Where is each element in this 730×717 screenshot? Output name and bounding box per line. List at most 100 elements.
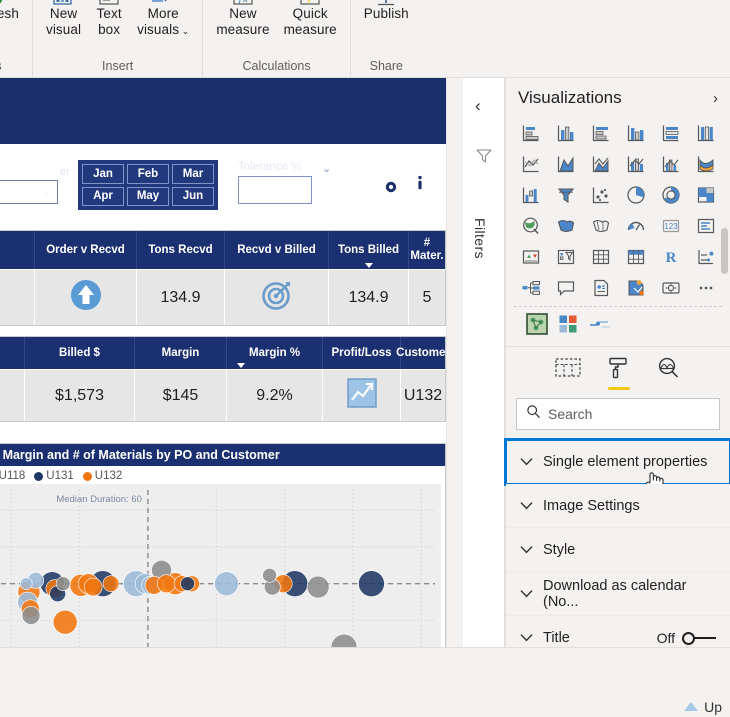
funnel-chart-icon[interactable]: [549, 180, 582, 209]
cell-tons-billed[interactable]: 134.9: [329, 269, 409, 325]
cell-billed[interactable]: $1,573: [25, 369, 135, 421]
column-header-recvd-v-billed[interactable]: Recvd v Billed: [225, 231, 329, 269]
custom-visual-squares-icon[interactable]: [558, 314, 578, 339]
q-and-a-icon[interactable]: [549, 273, 582, 302]
month-slicer[interactable]: JanFebMarAprMayJun: [78, 160, 218, 210]
filter-funnel-icon[interactable]: [475, 148, 493, 169]
format-section-style[interactable]: Style: [506, 528, 730, 572]
customer-slicer-dropdown[interactable]: ⌄: [0, 180, 58, 204]
month-button-may[interactable]: May: [127, 187, 169, 207]
month-button-apr[interactable]: Apr: [82, 187, 124, 207]
cell-customer[interactable]: U132: [401, 369, 445, 421]
pane-tabs[interactable]: [506, 346, 730, 394]
filter-reset-icon[interactable]: [366, 168, 406, 207]
chevron-down-icon[interactable]: [520, 588, 533, 600]
cell-tons-recvd[interactable]: 134.9: [137, 269, 225, 325]
line-clustered-column-chart-icon[interactable]: [654, 149, 687, 178]
kpi-table-bottom[interactable]: $Billed $MarginMargin %Profit/LossCustom…: [0, 336, 446, 422]
chart-legend[interactable]: U113U118U131U132: [0, 466, 445, 484]
table-icon[interactable]: [584, 242, 617, 271]
ribbon-button-new-measure[interactable]: ƒxNew measure: [209, 0, 276, 38]
analytics-tab[interactable]: [657, 357, 681, 390]
scatter-chart-icon[interactable]: [584, 180, 617, 209]
treemap-icon[interactable]: [689, 180, 722, 209]
line-chart-icon[interactable]: [514, 149, 547, 178]
card-icon[interactable]: 123: [654, 211, 687, 240]
format-section-download-as-calendar-no[interactable]: Download as calendar (No...: [506, 572, 730, 616]
custom-visual-dash-icon[interactable]: [588, 317, 612, 336]
cell-profit-loss[interactable]: [323, 369, 401, 421]
scroll-up-indicator[interactable]: Up: [682, 699, 722, 715]
ribbon-button-publish[interactable]: Publish: [357, 0, 416, 22]
kpi-table-top[interactable]: derOrder v RecvdTons RecvdRecvd v Billed…: [0, 230, 446, 326]
legend-item-u131[interactable]: U131: [34, 470, 74, 482]
report-canvas[interactable]: er ⌄ JanFebMarAprMayJun Tolerance % ⌄ 2: [0, 78, 452, 647]
ribbon-button-refresh[interactable]: Refresh: [0, 0, 26, 22]
ribbon-chart-icon[interactable]: [689, 149, 722, 178]
ribbon-button-new-visual[interactable]: New visual: [39, 0, 88, 38]
cell-[interactable]: 3: [0, 369, 25, 421]
donut-chart-icon[interactable]: [654, 180, 687, 209]
scatter-visual[interactable]: ng Days, Margin and # of Materials by PO…: [0, 443, 446, 647]
ribbon-button-text-box[interactable]: Text box: [88, 0, 130, 38]
map-icon[interactable]: [514, 211, 547, 240]
column-header-tons-billed[interactable]: Tons Billed: [329, 231, 409, 269]
chevron-down-icon[interactable]: ⌄: [179, 26, 189, 36]
gauge-icon[interactable]: [619, 211, 652, 240]
month-button-jan[interactable]: Jan: [82, 164, 124, 184]
column-header-[interactable]: $: [0, 337, 25, 369]
decomposition-tree-icon[interactable]: [514, 273, 547, 302]
pie-chart-icon[interactable]: [619, 180, 652, 209]
custom-visual-green-icon[interactable]: [526, 313, 548, 340]
cell-margin[interactable]: $145: [135, 369, 227, 421]
chevron-down-icon[interactable]: [520, 632, 533, 644]
more-options-icon[interactable]: [689, 273, 722, 302]
column-header-billed[interactable]: Billed $: [25, 337, 135, 369]
tolerance-input[interactable]: 2: [238, 176, 312, 204]
month-button-mar[interactable]: Mar: [172, 164, 214, 184]
stacked-area-chart-icon[interactable]: [584, 149, 617, 178]
chevron-down-icon[interactable]: [520, 456, 533, 468]
stacked-bar-chart-icon[interactable]: [514, 118, 547, 147]
toggle-group[interactable]: Off: [657, 630, 716, 646]
matrix-icon[interactable]: [619, 242, 652, 271]
visual-type-gallery[interactable]: 123R: [506, 114, 730, 304]
column-header-margin[interactable]: Margin: [135, 337, 227, 369]
area-chart-icon[interactable]: [549, 149, 582, 178]
info-icon[interactable]: [408, 171, 432, 200]
legend-item-u118[interactable]: U118: [0, 470, 25, 482]
canvas-scrollbar[interactable]: [446, 78, 452, 647]
ribbon-button-quick-measure[interactable]: Quick measure: [277, 0, 344, 38]
format-sections[interactable]: Single element propertiesImage SettingsS…: [506, 440, 730, 660]
filters-pane-collapsed[interactable]: ‹ Filters: [463, 78, 505, 647]
column-header-mater[interactable]: # Mater.: [409, 231, 445, 269]
cell-recvd-v-billed[interactable]: [225, 269, 329, 325]
ribbon-button-more-visuals[interactable]: More visuals ⌄: [130, 0, 196, 39]
cell-margin[interactable]: 9.2%: [227, 369, 323, 421]
cell-der[interactable]: 4: [0, 269, 35, 325]
visualizations-pane[interactable]: Visualizations › 123R Search Single elem…: [505, 78, 730, 647]
multi-row-card-icon[interactable]: [689, 211, 722, 240]
chevron-left-icon[interactable]: ‹: [475, 96, 481, 116]
shape-map-icon[interactable]: [584, 211, 617, 240]
stacked-column-chart-icon[interactable]: [549, 118, 582, 147]
clustered-bar-chart-icon[interactable]: [584, 118, 617, 147]
table-row[interactable]: 4134.9134.95: [0, 269, 445, 325]
clustered-column-chart-icon[interactable]: [619, 118, 652, 147]
paginated-report-icon[interactable]: [619, 273, 652, 302]
column-header-order-v-recvd[interactable]: Order v Recvd: [35, 231, 137, 269]
custom-visuals-row[interactable]: [514, 306, 722, 346]
legend-item-u132[interactable]: U132: [83, 470, 123, 482]
format-section-image-settings[interactable]: Image Settings: [506, 484, 730, 528]
format-section-single-element-properties[interactable]: Single element properties: [506, 440, 730, 484]
toggle-switch[interactable]: [682, 632, 716, 644]
power-apps-icon[interactable]: [654, 273, 687, 302]
table-row[interactable]: 3$1,573$1459.2% U132: [0, 369, 445, 421]
format-tab[interactable]: [607, 357, 631, 390]
line-stacked-column-chart-icon[interactable]: [619, 149, 652, 178]
filled-map-icon[interactable]: [549, 211, 582, 240]
pane-scrollbar[interactable]: [721, 228, 728, 274]
column-header-der[interactable]: der: [0, 231, 35, 269]
chevron-right-icon[interactable]: ›: [713, 90, 718, 107]
sort-descending-icon[interactable]: [365, 263, 373, 268]
